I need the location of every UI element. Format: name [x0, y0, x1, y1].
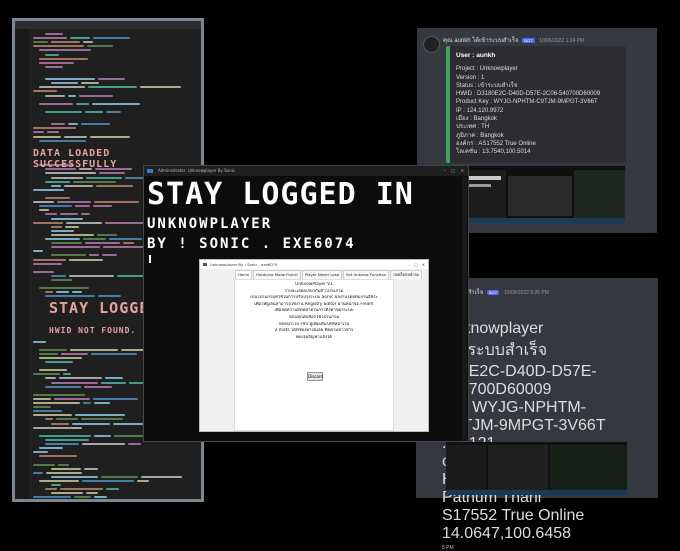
minimize-icon[interactable]: –: [408, 260, 410, 269]
message-header: คุณ aunkh ได้เข้าระบบสำเร็จ BOT 10/06/20…: [443, 35, 584, 45]
message-timestamp: 10/06/2022 1:24 PM: [539, 38, 585, 44]
editor-tab-bar[interactable]: [15, 21, 201, 29]
maximize-icon[interactable]: □: [451, 166, 455, 176]
message-timestamp: 10/09/2022 9:26 PM: [503, 290, 549, 296]
embed-field: ภูมิภาค : Bangkok: [456, 132, 504, 139]
embed-fields: Project : Unknowplayer Version : 1 Status …: [456, 65, 620, 156]
bot-badge: BOT: [486, 290, 500, 295]
console-scrollbar[interactable]: [462, 177, 467, 441]
embed-user: User : aunkh: [456, 52, 496, 59]
info-text: UnknowPlayer V1 รายละเอียดเกี่ยวกับตัวโปร…: [235, 280, 393, 341]
embed-field: S17552 True Online: [442, 507, 585, 524]
tab-0[interactable]: Home: [235, 270, 253, 279]
app-title: Unknowplayer By ! Sonic . exe6074: [210, 262, 278, 267]
app-tab-strip: Home Hardcore Mode Punch Player Never Lose…: [200, 270, 428, 279]
info-line: เป็นโปรแกรมที่ใช้ในการปรับปรุงระบบ Sonic…: [250, 295, 378, 301]
tab-1[interactable]: Hardcore Mode Punch: [253, 270, 301, 279]
discord-button[interactable]: Discord: [307, 372, 323, 381]
embed-field: เมือง : Bangkok: [456, 116, 497, 123]
close-icon[interactable]: ✕: [461, 166, 464, 176]
stay-logged-in-text: STAY LOGGED IN: [147, 177, 414, 212]
hwid-not-found-banner: HWID NOT FOUND.: [49, 326, 137, 335]
embed-field: IP : 124.120.9972: [456, 107, 504, 114]
embed-field: องค์กร : AS17552 True Online: [456, 140, 536, 147]
embed-field: Status : เข้าระบบสำเร็จ: [456, 82, 518, 89]
author-text: BY ! SONIC . EXE6074: [147, 236, 356, 252]
console-icon: [147, 169, 153, 173]
unknowplayer-app-window: Unknowplayer By ! Sonic . exe6074 – □ ✕ …: [199, 259, 429, 432]
embed-field: Product Key : WYJG-NPHTM-C9TJM-9MPGT-3V6…: [456, 99, 598, 106]
embed-field: HWID : D3180E2C-D40D-D57E-2C06-540700D60…: [456, 91, 601, 98]
login-embed: User : aunkh Project : Unknowplayer Versi…: [446, 46, 626, 163]
info-line: รายละเอียดเกี่ยวกับตัวโปรแกรม: [284, 288, 344, 294]
info-line: พบเจอปัญหาแจ้งได้: [295, 334, 333, 340]
embed-screenshot[interactable]: [446, 442, 627, 495]
cursor: [149, 255, 151, 263]
unknowplayer-text: UNKNOWPLAYER: [147, 216, 273, 232]
tab-2[interactable]: Player Never Lose: [301, 270, 343, 279]
embed-field: 14.0647,100.6458: [442, 525, 572, 542]
embed-footer: 5 PM: [442, 545, 454, 551]
embed-field: Project : Unknowplayer: [456, 66, 518, 73]
home-tab-panel: UnknowPlayer V1 รายละเอียดเกี่ยวกับตัวโปร…: [234, 279, 394, 431]
bot-avatar[interactable]: [423, 36, 440, 53]
embed-screenshot[interactable]: [446, 166, 625, 223]
bot-badge: BOT: [522, 38, 535, 43]
embed-field: Version : 1: [456, 74, 485, 81]
app-icon: [203, 263, 207, 266]
app-title-bar: Unknowplayer By ! Sonic . exe6074 – □ ✕: [200, 260, 428, 269]
close-icon[interactable]: ✕: [422, 260, 425, 269]
editor-line-gutter: [15, 29, 29, 499]
embed-field: โลเคชั่น : 13.7540,100.5014: [456, 149, 531, 156]
console-title-bar: Administrator: Unknowplayer By Sonic – □…: [144, 166, 468, 176]
maximize-icon[interactable]: □: [414, 260, 418, 269]
embed-field: ประเทศ : TH: [456, 124, 490, 131]
info-line: 2 mets ได้ที่ช่องทางนี้เลย ติดตามข่าวสาร: [274, 328, 354, 334]
tab-3[interactable]: Set Unknow Function: [343, 270, 390, 279]
minimize-icon[interactable]: –: [444, 166, 446, 176]
info-line: UnknowPlayer V1: [295, 282, 333, 287]
info-line: เพื่อลดความผิดพลาดในการตั้งค่าของระบบ: [274, 308, 354, 314]
tab-4[interactable]: ปลดล็อกหน้าจอ: [390, 270, 422, 279]
console-title: Administrator: Unknowplayer By Sonic: [158, 168, 235, 173]
bot-username[interactable]: คุณ aunkh ได้เข้าระบบสำเร็จ: [443, 38, 519, 44]
info-line: กดหน้าเว็บ F95 ดูเพิ่มเติมได้ที่หน้าเว็บ: [278, 321, 350, 327]
info-line: เพื่อให้ผู้เล่นสามารถใช้งาน Registry Edi…: [254, 301, 374, 307]
info-line: ขอบคุณที่เลือกใช้โปรแกรม: [288, 314, 340, 320]
